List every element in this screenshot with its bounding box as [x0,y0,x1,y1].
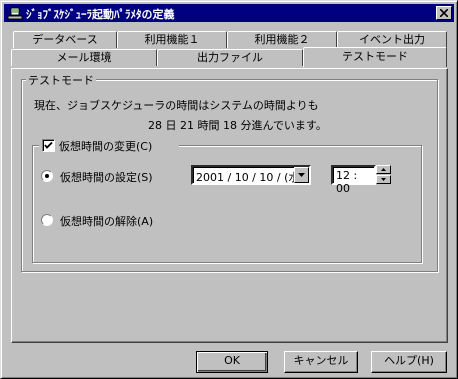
status-message-line2: 28 日 21 時間 18 分進んでいます。 [148,119,327,132]
time-spin-down[interactable] [376,175,391,184]
tab-feature1[interactable]: 利用機能１ [117,31,227,48]
set-virtual-radio[interactable] [41,170,53,182]
app-icon [7,7,23,20]
spin-up-icon [381,168,386,171]
tab-database[interactable]: データベース [13,31,117,48]
tab-feature2[interactable]: 利用機能２ [227,31,337,48]
tab-output-file[interactable]: 出力ファイル [157,49,303,66]
test-mode-group: テストモード 現在、ジョブスケジューラの時間はシステムの時間よりも 28 日 2… [21,72,438,272]
date-dropdown-button[interactable] [294,167,309,183]
virtual-change-label[interactable]: 仮想時間の変更(C) [59,138,152,154]
time-spin-up[interactable] [376,165,391,174]
time-input[interactable]: 12 : 00 [331,165,376,195]
tab-test-mode[interactable]: テストモード [303,47,447,67]
help-button[interactable]: ヘルプ(H) [371,351,447,373]
status-message-line1: 現在、ジョブスケジューラの時間はシステムの時間よりも [34,99,319,112]
time-value: 12 : 00 [336,169,358,195]
close-button[interactable] [436,6,452,20]
set-virtual-label[interactable]: 仮想時間の設定(S) [60,169,153,185]
checkmark-icon [44,141,53,149]
tab-event-output[interactable]: イベント出力 [337,31,447,48]
cancel-button[interactable]: キャンセル [284,351,358,373]
title-bar[interactable]: ｼﾞｮﾌﾞｽｹｼﾞｭｰﾗ起動ﾊﾟﾗﾒﾀの定義 [4,4,454,22]
dialog-window: ｼﾞｮﾌﾞｽｹｼﾞｭｰﾗ起動ﾊﾟﾗﾒﾀの定義 データベース 利用機能１ 利用機能… [0,0,458,379]
release-virtual-label[interactable]: 仮想時間の解除(A) [60,213,153,229]
ok-button[interactable]: OK [196,351,268,373]
test-mode-legend: テストモード [26,72,96,88]
close-icon [440,9,448,17]
date-value: 2001 / 10 / 10 / (水) [196,171,304,184]
chevron-down-icon [298,173,305,177]
release-virtual-radio[interactable] [41,214,53,226]
virtual-change-checkbox[interactable] [42,139,55,152]
window-title: ｼﾞｮﾌﾞｽｹｼﾞｭｰﾗ起動ﾊﾟﾗﾒﾀの定義 [26,8,175,21]
tab-mail-env[interactable]: メール環境 [11,49,157,66]
tab-panel: テストモード 現在、ジョブスケジューラの時間はシステムの時間よりも 28 日 2… [11,68,448,343]
date-select[interactable]: 2001 / 10 / 10 / (水) [191,165,311,185]
virtual-time-group: 仮想時間の変更(C) 仮想時間の設定(S) 2001 / 10 / 10 / (… [32,138,422,263]
spin-down-icon [381,178,386,181]
virtual-change-legend: 仮想時間の変更(C) [39,138,179,153]
radio-selected-dot [45,174,49,178]
